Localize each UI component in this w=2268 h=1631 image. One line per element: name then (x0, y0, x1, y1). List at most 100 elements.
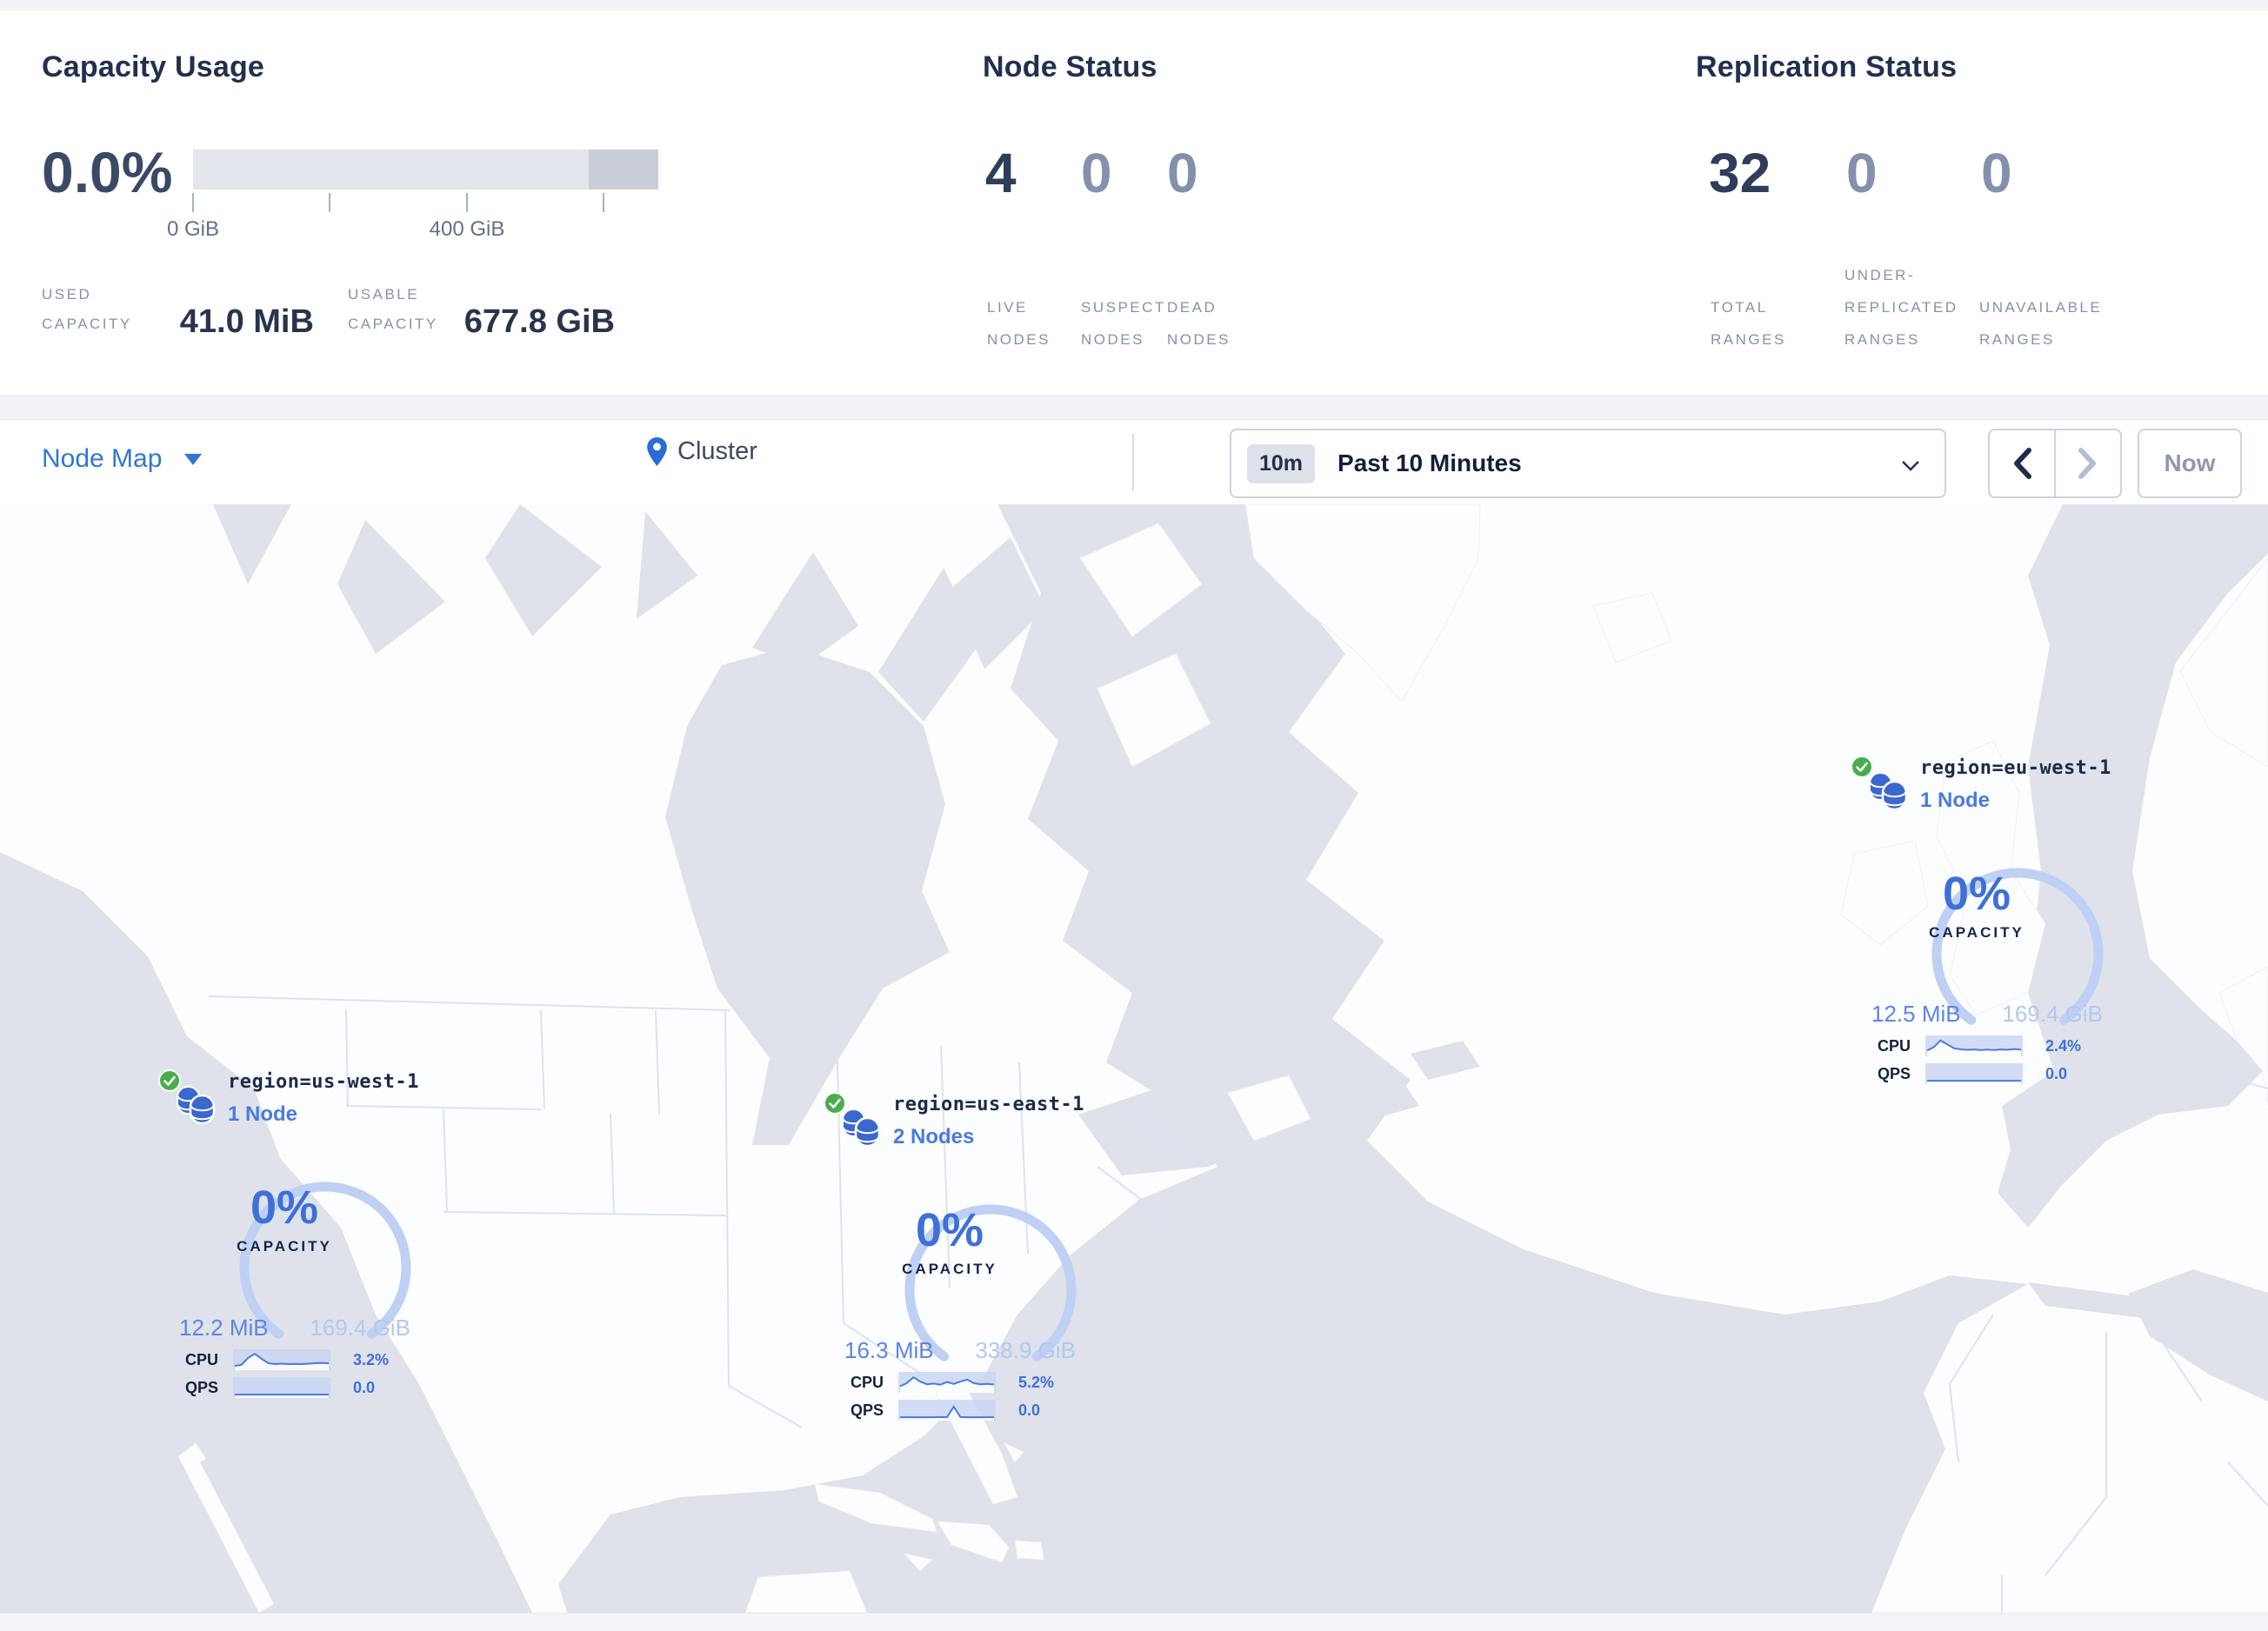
step-forward-button[interactable] (2056, 430, 2120, 496)
cpu-row: CPU 3.2% (157, 1349, 417, 1372)
region-name: region=eu-west-1 (1920, 757, 2111, 779)
qps-label: QPS (185, 1379, 219, 1396)
unavailable-ranges-label: UNAVAILABLE RANGES (1979, 299, 2103, 348)
chevron-right-icon (2078, 448, 2096, 479)
gauge-capacity-label: CAPACITY (1929, 924, 2025, 941)
location-pin-icon (647, 437, 667, 466)
dead-nodes-label: DEAD NODES (1167, 299, 1231, 348)
database-stack-icon (842, 1108, 881, 1148)
axis-tick (466, 193, 468, 212)
qps-label: QPS (850, 1401, 884, 1419)
usable-capacity-value: 677.8 GiB (464, 303, 615, 340)
axis-tick (329, 193, 330, 212)
used-capacity-value: 41.0 MiB (179, 303, 314, 340)
usable-capacity-label: USABLE CAPACITY (348, 286, 438, 332)
qps-value: 0.0 (353, 1379, 376, 1396)
gauge-capacity-label: CAPACITY (902, 1261, 997, 1277)
gauge-percent: 0% (250, 1182, 319, 1234)
region-name: region=us-west-1 (228, 1071, 419, 1093)
qps-sparkline (898, 1400, 996, 1421)
axis-tick (603, 193, 604, 212)
time-range-label: Past 10 Minutes (1337, 449, 1522, 476)
usable-capacity-metric: USABLE CAPACITY 677.8 GiB (348, 280, 615, 340)
cpu-label: CPU (850, 1374, 884, 1391)
dead-nodes-count: 0 (1167, 142, 1198, 204)
qps-value: 0.0 (1018, 1401, 1041, 1419)
qps-label: QPS (1878, 1065, 1911, 1082)
total-ranges-label: TOTAL RANGES (1711, 299, 1786, 348)
replication-status-title: Replication Status (1696, 50, 1958, 83)
cpu-label: CPU (185, 1351, 219, 1368)
database-stack-icon (1869, 772, 1908, 811)
used-value: 12.5 MiB (1871, 1001, 1961, 1027)
step-back-button[interactable] (1990, 430, 2056, 496)
capacity-usage-title: Capacity Usage (42, 50, 265, 83)
cpu-value: 3.2% (353, 1351, 390, 1368)
time-range-badge: 10m (1247, 443, 1316, 483)
under-replicated-ranges-count: 0 (1846, 142, 1878, 204)
node-status-title: Node Status (983, 50, 1157, 83)
total-value: 338.9 GiB (975, 1337, 1076, 1363)
qps-sparkline (1925, 1063, 2023, 1084)
axis-tick (192, 193, 194, 212)
toolbar-divider (1132, 434, 1134, 491)
cpu-sparkline (898, 1372, 996, 1393)
capacity-bar-reserved-segment (589, 150, 658, 190)
unavailable-ranges-count: 0 (1981, 142, 2012, 204)
cpu-value: 5.2% (1018, 1374, 1055, 1391)
capacity-gauge: 0% CAPACITY (1890, 811, 2104, 1025)
qps-row: QPS 0.0 (1849, 1063, 2110, 1086)
gauge-capacity-label: CAPACITY (237, 1238, 332, 1255)
map-toolbar: Node Map Cluster 10m Past 10 Minutes Now (0, 419, 2268, 506)
time-step-buttons (1988, 429, 2122, 498)
cpu-sparkline (233, 1349, 330, 1370)
view-selector-dropdown[interactable]: Node Map (42, 444, 203, 474)
cpu-sparkline (1925, 1035, 2023, 1056)
region-nodes-link[interactable]: 1 Node (228, 1102, 297, 1127)
capacity-gauge: 0% CAPACITY (863, 1148, 1077, 1361)
region-name: region=us-east-1 (893, 1094, 1084, 1115)
region-marker-us-west-1[interactable]: region=us-west-1 1 Node 0% CAPACITY 12.2… (157, 1069, 419, 1398)
total-value: 169.4 GiB (2002, 1001, 2103, 1027)
chevron-left-icon (2014, 448, 2031, 479)
chevron-down-icon (1902, 461, 1919, 471)
caret-down-icon (184, 453, 203, 465)
used-value: 16.3 MiB (844, 1337, 934, 1363)
database-stack-icon (177, 1086, 216, 1125)
gauge-percent: 0% (1942, 868, 2011, 920)
qps-value: 2.4% (2045, 1037, 2082, 1055)
region-marker-eu-west-1[interactable]: region=eu-west-1 1 Node 0% CAPACITY 12.5… (1849, 756, 2111, 1084)
qps-row: QPS 0.0 (157, 1377, 417, 1400)
used-capacity-label: USED CAPACITY (42, 286, 132, 332)
live-nodes-count: 4 (985, 142, 1017, 204)
total-ranges-count: 32 (1709, 142, 1771, 204)
node-map[interactable]: region=us-west-1 1 Node 0% CAPACITY 12.2… (0, 504, 2268, 1613)
live-nodes-label: LIVE NODES (987, 299, 1051, 348)
now-button[interactable]: Now (2138, 429, 2242, 498)
stats-summary-bar: Capacity Usage 0.0% 0 GiB 400 GiB USED C… (0, 10, 2268, 396)
total-value: 169.4 GiB (310, 1315, 410, 1341)
axis-tick-label: 400 GiB (429, 217, 505, 241)
region-nodes-link[interactable]: 2 Nodes (893, 1125, 974, 1149)
capacity-bar (193, 150, 658, 190)
world-map (0, 504, 2268, 1613)
breadcrumb-cluster[interactable]: Cluster (677, 437, 757, 466)
cpu-label: CPU (1878, 1037, 1911, 1055)
region-nodes-link[interactable]: 1 Node (1920, 789, 1990, 813)
qps-sparkline (233, 1377, 330, 1398)
breadcrumb[interactable]: Cluster (647, 437, 757, 466)
region-marker-us-east-1[interactable]: region=us-east-1 2 Nodes 0% CAPACITY 16.… (822, 1092, 1084, 1421)
cpu-row: CPU 2.4% (1849, 1035, 2110, 1058)
capacity-used-percent: 0.0% (42, 140, 173, 204)
axis-tick-label: 0 GiB (166, 217, 220, 241)
view-selector-label: Node Map (42, 444, 163, 473)
qps-row: QPS 0.0 (822, 1400, 1083, 1422)
used-value: 12.2 MiB (179, 1315, 269, 1341)
qps-value: 0.0 (2045, 1065, 2068, 1082)
cpu-row: CPU 5.2% (822, 1372, 1083, 1395)
under-replicated-ranges-label: UNDER- REPLICATED RANGES (1844, 267, 1958, 348)
suspect-nodes-count: 0 (1081, 142, 1112, 204)
time-range-dropdown[interactable]: 10m Past 10 Minutes (1230, 429, 1946, 498)
used-capacity-metric: USED CAPACITY 41.0 MiB (42, 280, 314, 340)
page-bottom-strip (0, 1613, 2268, 1631)
